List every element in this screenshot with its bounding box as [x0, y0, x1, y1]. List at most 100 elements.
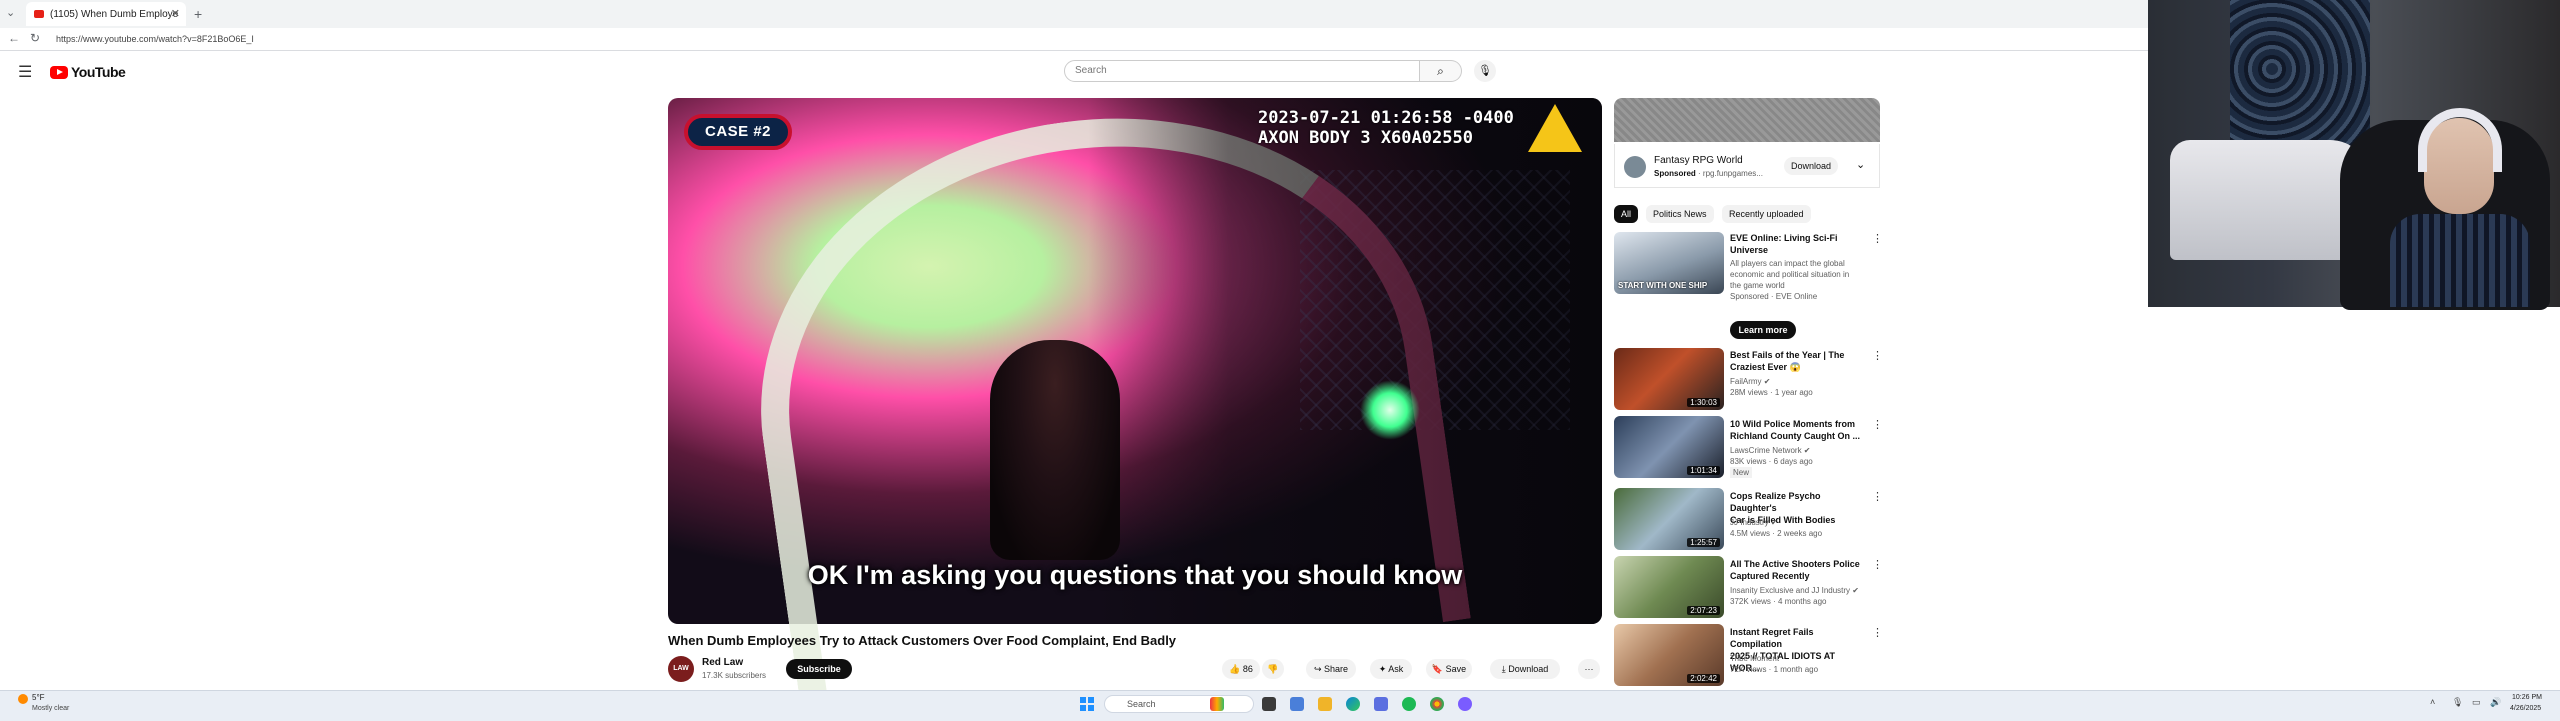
green-light-glow — [1360, 380, 1420, 440]
like-button[interactable]: 👍 86 — [1222, 659, 1260, 679]
kebab-menu-icon[interactable]: ⋮ — [1872, 232, 1883, 245]
clock-date[interactable]: 4/26/2025 — [2510, 705, 2541, 712]
tray-network-icon[interactable]: ▭ — [2472, 697, 2481, 708]
taskbar-widget-icon[interactable] — [1210, 697, 1224, 711]
file-explorer-icon[interactable] — [1318, 697, 1332, 711]
rec-title-line: Best Fails of the Year | The — [1730, 350, 1845, 360]
channel-name[interactable]: Red Law — [702, 657, 743, 668]
rec-title[interactable]: Best Fails of the Year | The Craziest Ev… — [1730, 349, 1860, 373]
kebab-menu-icon[interactable]: ⋮ — [1872, 558, 1883, 571]
url-field[interactable]: https://www.youtube.com/watch?v=8F21BoO6… — [56, 31, 1156, 47]
app-icon[interactable] — [1458, 697, 1472, 711]
chip-all[interactable]: All — [1614, 205, 1639, 223]
rec-title-line: Craziest Ever 😱 — [1730, 362, 1801, 372]
weather-icon[interactable] — [18, 694, 28, 704]
channel-avatar[interactable]: LAW — [668, 656, 694, 682]
rec-title-line: All The Active Shooters Police — [1730, 559, 1860, 569]
tab-list-chevron-icon[interactable]: ⌄ — [6, 6, 15, 19]
rec-thumbnail[interactable]: 1:30:03 — [1614, 348, 1724, 410]
ask-button[interactable]: ✦ Ask — [1370, 659, 1412, 679]
rec-new-badge: New — [1730, 467, 1753, 478]
ad-domain: · rpg.funpgames... — [1698, 169, 1763, 178]
youtube-favicon-icon — [34, 10, 44, 18]
browser-tab-title: (1105) When Dumb Employe — [50, 8, 179, 20]
youtube-logo[interactable]: YouTube — [50, 64, 126, 80]
ad-download-button[interactable]: Download — [1784, 157, 1838, 175]
task-view-icon[interactable] — [1262, 697, 1276, 711]
tray-mic-icon[interactable]: 🎙 — [2452, 697, 2463, 708]
dislike-button[interactable]: 👎 — [1262, 659, 1284, 679]
rec-meta: Insanity Exclusive and JJ Industry ✔ 372… — [1730, 585, 1870, 607]
rec-thumbnail[interactable]: 2:02:42 — [1614, 624, 1724, 686]
rec-thumbnail[interactable]: 2:07:23 — [1614, 556, 1724, 618]
ad-title[interactable]: Fantasy RPG World — [1654, 155, 1743, 166]
spotify-icon[interactable] — [1402, 697, 1416, 711]
taskbar-search[interactable]: Search — [1104, 695, 1254, 713]
download-button[interactable]: ⤓ Download — [1490, 659, 1560, 679]
save-button[interactable]: 🔖 Save — [1426, 659, 1472, 679]
rec-title[interactable]: All The Active Shooters Police Captured … — [1730, 558, 1860, 582]
clock-time[interactable]: 10:26 PM — [2512, 694, 2542, 701]
kebab-menu-icon[interactable]: ⋮ — [1872, 349, 1883, 362]
store-icon[interactable] — [1374, 697, 1388, 711]
reload-icon[interactable]: ↻ — [30, 31, 40, 45]
download-icon: ⤓ — [1501, 664, 1506, 674]
windows-taskbar — [0, 690, 2560, 721]
more-actions-button[interactable]: ··· — [1578, 659, 1600, 679]
rec-title[interactable]: 10 Wild Police Moments from Richland Cou… — [1730, 418, 1860, 442]
bookmark-icon: 🔖 — [1431, 664, 1444, 674]
chrome-icon[interactable] — [1430, 697, 1444, 711]
video-subtitle: OK I'm asking you questions that you sho… — [807, 560, 1463, 590]
microphone-icon[interactable]: 🎙 — [1474, 60, 1496, 82]
browser-tab[interactable]: (1105) When Dumb Employe ✕ — [26, 2, 186, 26]
video-shading — [668, 98, 1602, 624]
rec-meta: FailArmy ✔ 28M views · 1 year ago — [1730, 376, 1870, 398]
rec-thumbnail[interactable]: 1:25:57 — [1614, 488, 1724, 550]
chevron-down-icon[interactable]: ⌄ — [1856, 158, 1865, 171]
share-button[interactable]: ↪ Share — [1306, 659, 1356, 679]
bodycam-timestamp-line1: 2023-07-21 01:26:58 -0400 — [1258, 108, 1514, 128]
save-label: Save — [1445, 664, 1467, 674]
person-in-car-visual — [990, 340, 1120, 560]
chip-recently-uploaded[interactable]: Recently uploaded — [1722, 205, 1811, 223]
new-tab-plus-icon[interactable]: + — [194, 6, 202, 22]
rec-meta-line: 4.5M views · 2 weeks ago — [1730, 529, 1823, 538]
edge-browser-icon[interactable] — [1346, 697, 1360, 711]
kebab-menu-icon[interactable]: ⋮ — [1872, 418, 1883, 431]
ad-meta: Sponsored · rpg.funpgames... — [1654, 169, 1763, 178]
ad-banner-image[interactable] — [1614, 98, 1880, 142]
rec-thumbnail-caption: START WITH ONE SHIP — [1618, 281, 1708, 290]
hamburger-menu-icon[interactable]: ☰ — [18, 62, 32, 82]
kebab-menu-icon[interactable]: ⋮ — [1872, 626, 1883, 639]
thumbs-down-icon: 👎 — [1267, 664, 1279, 674]
bodycam-timestamp-line2: AXON BODY 3 X60A02550 — [1258, 128, 1473, 148]
rec-title[interactable]: EVE Online: Living Sci-Fi Universe — [1730, 232, 1860, 256]
close-tab-icon[interactable]: ✕ — [171, 7, 180, 20]
case-badge: CASE #2 — [684, 114, 792, 150]
thumbs-up-icon: 👍 — [1229, 664, 1241, 674]
rec-thumbnail[interactable]: 1:01:34 — [1614, 416, 1724, 478]
rec-meta-line: LawsCrime Network ✔ — [1730, 446, 1811, 455]
back-arrow-icon[interactable]: ← — [8, 31, 20, 45]
chip-politics-news[interactable]: Politics News — [1646, 205, 1714, 223]
youtube-logo-text: YouTube — [71, 64, 126, 80]
tray-volume-icon[interactable]: 🔊 — [2490, 697, 2501, 708]
rec-title-line: Instant Regret Fails Compilation — [1730, 627, 1814, 649]
rec-title-line: Universe — [1730, 245, 1769, 255]
rec-meta-line: 72K views · 1 month ago — [1730, 665, 1819, 674]
rec-duration: 1:25:57 — [1687, 538, 1720, 547]
rec-title-line: EVE Online: Living Sci-Fi — [1730, 233, 1838, 243]
ad-avatar — [1624, 156, 1646, 178]
subscribe-button[interactable]: Subscribe — [786, 659, 852, 679]
teams-icon[interactable] — [1290, 697, 1304, 711]
learn-more-button[interactable]: Learn more — [1730, 321, 1796, 339]
rec-thumbnail[interactable]: START WITH ONE SHIP — [1614, 232, 1724, 294]
tray-chevron-icon[interactable]: ˄ — [2430, 697, 2435, 707]
kebab-menu-icon[interactable]: ⋮ — [1872, 490, 1883, 503]
search-icon[interactable]: ⌕ — [1420, 60, 1462, 82]
share-label: Share — [1324, 664, 1349, 674]
rec-meta-line: 28M views · 1 year ago — [1730, 388, 1813, 397]
rec-meta-line: Sponsored · EVE Online — [1730, 292, 1818, 301]
search-input[interactable]: Search — [1064, 60, 1420, 82]
windows-start-icon[interactable] — [1080, 697, 1094, 711]
